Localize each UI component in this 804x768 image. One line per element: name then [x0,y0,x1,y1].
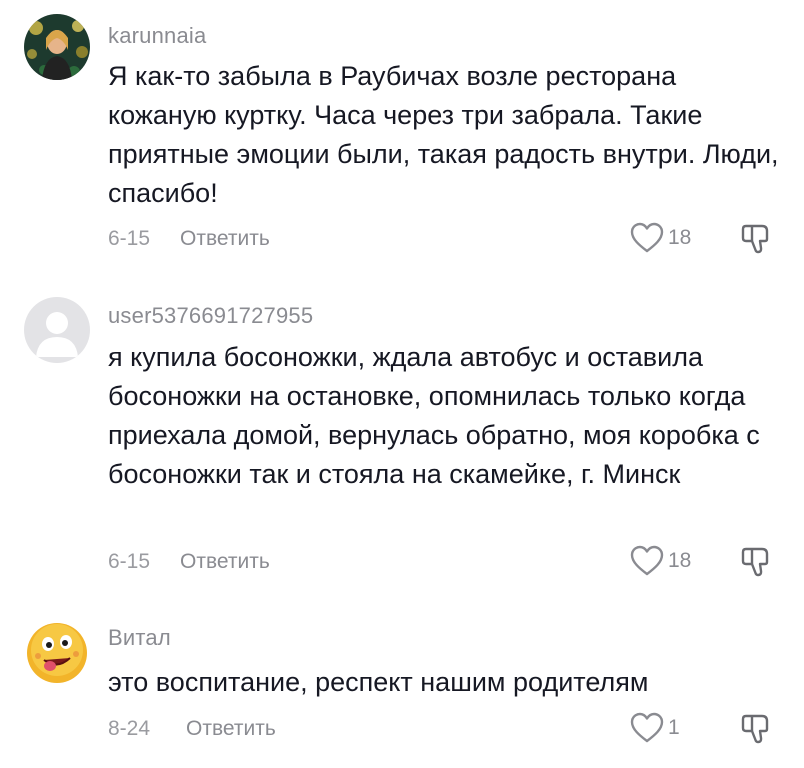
comment-date: 6-15 [108,550,151,573]
reply-button[interactable]: Ответить [180,227,270,251]
heart-outline-icon [630,712,664,743]
dislike-button[interactable] [740,545,774,579]
comment-meta: 6-15 Ответить [108,227,270,251]
comment-date: 6-15 [108,227,151,250]
heart-outline-icon [630,545,664,576]
comment-item: karunnaia Я как-то забыла в Раубичах воз… [0,0,804,275]
like-count: 1 [668,716,680,739]
thumbs-down-outline-icon [741,547,769,577]
comment-item: user5376691727955 я купила босоножки, жд… [0,275,804,600]
like-count: 18 [668,549,692,572]
like-button[interactable]: 18 [630,545,720,577]
heart-outline-icon [630,222,664,253]
comment-text: Я как-то забыла в Раубичах возле рестора… [108,61,779,208]
thumbs-down-outline-icon [741,714,769,744]
like-button[interactable]: 18 [630,222,720,254]
user-avatar[interactable] [24,14,90,80]
comment-username[interactable]: karunnaia [108,23,206,49]
comment-meta: 8-24 Ответить [108,717,276,741]
comment-date: 8-24 [108,717,151,740]
reply-button[interactable]: Ответить [186,717,276,741]
comment-text: это воспитание, респект нашим родителям [108,667,649,697]
dislike-button[interactable] [740,712,774,746]
comment-item: Витал это воспитание, респект нашим роди… [0,600,804,768]
comment-username[interactable]: Витал [108,625,171,651]
reply-button[interactable]: Ответить [180,550,270,574]
user-avatar[interactable] [24,297,90,363]
like-button[interactable]: 1 [630,712,720,744]
comment-text: я купила босоножки, ждала автобус и оста… [108,342,760,489]
dislike-button[interactable] [740,222,774,256]
user-avatar[interactable] [24,620,90,686]
like-count: 18 [668,226,692,249]
comment-username[interactable]: user5376691727955 [108,303,313,329]
thumbs-down-outline-icon [741,224,769,254]
comment-meta: 6-15 Ответить [108,550,270,574]
